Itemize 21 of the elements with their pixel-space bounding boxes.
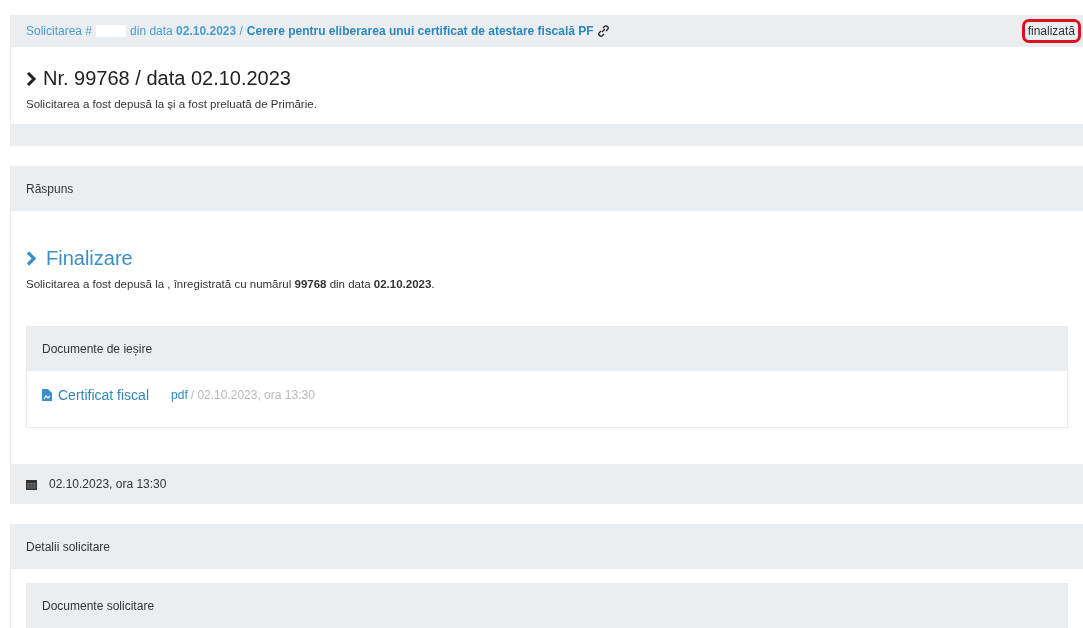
request-date: din data 02.10.2023 / xyxy=(130,24,243,38)
response-title: Răspuns xyxy=(26,181,74,196)
response-heading: Finalizare xyxy=(46,247,133,270)
chevron-icon xyxy=(26,71,38,86)
chevron-icon xyxy=(26,251,38,266)
format-link[interactable]: pdf xyxy=(171,388,188,402)
registration-text: Solicitarea a fost depusă la și a fost preluată de Primărie. xyxy=(26,98,318,110)
request-label: Solicitarea # xyxy=(26,24,93,38)
documents-title: Documente de ieșire xyxy=(42,342,153,356)
file-icon xyxy=(42,389,52,401)
registration-heading: Nr. 99768 / data 02.10.2023 xyxy=(43,67,291,90)
link-icon[interactable] xyxy=(597,25,609,37)
request-title-link[interactable]: Cerere pentru eliberarea unui certificat de atestare fiscală PF xyxy=(246,24,594,38)
footer-date: 02.10.2023, ora 13:30 xyxy=(49,477,167,491)
status-label: finalizată xyxy=(1021,19,1081,43)
document-date: / 02.10.2023, ora 13:30 xyxy=(190,388,315,402)
document-link[interactable]: Certificat fiscal xyxy=(58,387,150,403)
response-text: Solicitarea a fost depusă la , înregistrată cu numărul 99768 din data 02.10.2023. xyxy=(26,278,436,290)
details-title: Detalii solicitare xyxy=(26,539,111,554)
calendar-icon xyxy=(26,478,37,490)
request-documents-title: Documente solicitare xyxy=(42,599,155,613)
